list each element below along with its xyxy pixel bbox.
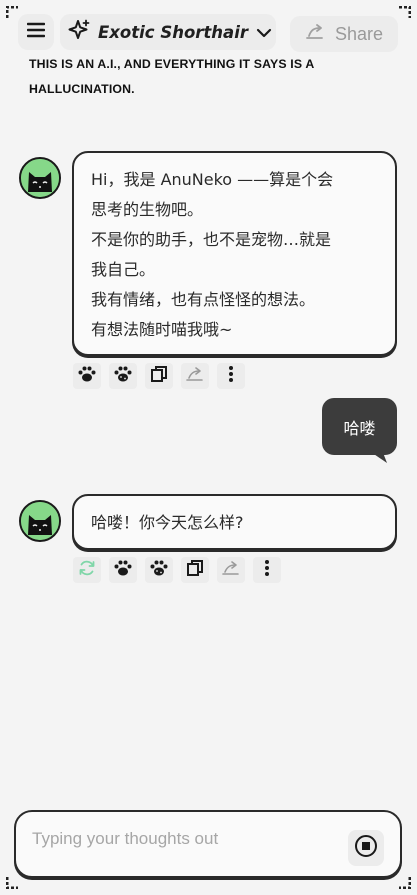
assistant-avatar: [19, 500, 61, 542]
message-line: 我有情绪，也有点怪怪的想法。: [91, 290, 316, 309]
dislike-button[interactable]: [109, 363, 137, 389]
copy-button[interactable]: [181, 557, 209, 583]
menu-button[interactable]: [18, 14, 54, 50]
regenerate-button[interactable]: [73, 557, 101, 583]
more-options-button[interactable]: [217, 363, 245, 389]
chevron-down-icon: [256, 23, 272, 42]
assistant-message-bubble: 哈喽！你今天怎么样?: [72, 494, 397, 550]
corner-bracket-top-right: [397, 6, 411, 20]
share-button[interactable]: Share: [290, 16, 398, 52]
top-bar: Exotic Shorthair Share: [18, 14, 398, 52]
more-vertical-icon: [264, 559, 270, 581]
paw-icon: [113, 559, 133, 581]
share-arrow-icon: [186, 366, 204, 386]
corner-bracket-bottom-right: [397, 875, 411, 889]
message-composer: [14, 810, 402, 878]
like-button[interactable]: [109, 557, 137, 583]
copy-icon: [150, 365, 168, 387]
paw-dotted-icon: [113, 365, 133, 387]
message-input[interactable]: [32, 826, 332, 852]
sparkle-icon: [68, 19, 90, 45]
disclaimer-text: THIS IS AN A.I., AND EVERYTHING IT SAYS …: [29, 52, 389, 102]
stop-button[interactable]: [348, 830, 384, 866]
message-line: 哈喽！你今天怎么样?: [91, 513, 244, 532]
disclaimer-line-2: HALLUCINATION.: [29, 82, 135, 96]
message-actions: [73, 557, 281, 583]
message-line: 我自己。: [91, 260, 156, 279]
model-name: Exotic Shorthair: [98, 22, 248, 42]
share-arrow-icon: [222, 560, 240, 580]
more-vertical-icon: [228, 365, 234, 387]
share-arrow-icon: [305, 23, 325, 46]
assistant-avatar: [19, 157, 61, 199]
user-message-bubble: 哈喽: [322, 398, 397, 455]
user-message-text: 哈喽: [343, 418, 376, 438]
share-label: Share: [334, 23, 384, 44]
message-actions: [73, 363, 245, 389]
share-message-button[interactable]: [217, 557, 245, 583]
disclaimer-line-1: THIS IS AN A.I., AND EVERYTHING IT SAYS …: [29, 57, 315, 71]
more-options-button[interactable]: [253, 557, 281, 583]
user-bubble-tail: [368, 449, 388, 468]
message-line: 不是你的助手，也不是宠物…就是: [91, 230, 332, 249]
hamburger-icon: [26, 22, 46, 42]
message-line: Hi，我是 AnuNeko ——算是个会: [91, 170, 334, 189]
model-selector[interactable]: Exotic Shorthair: [60, 14, 276, 50]
like-button[interactable]: [73, 363, 101, 389]
paw-dotted-icon: [149, 559, 169, 581]
paw-icon: [77, 365, 97, 387]
assistant-message-bubble: Hi，我是 AnuNeko ——算是个会 思考的生物吧。 不是你的助手，也不是宠…: [72, 151, 397, 356]
message-line: 有想法随时喵我哦~: [91, 320, 233, 339]
message-line: 思考的生物吧。: [91, 200, 204, 219]
corner-bracket-bottom-left: [6, 875, 20, 889]
refresh-icon: [78, 559, 96, 581]
share-message-button[interactable]: [181, 363, 209, 389]
copy-icon: [186, 559, 204, 581]
dislike-button[interactable]: [145, 557, 173, 583]
copy-button[interactable]: [145, 363, 173, 389]
stop-icon: [354, 834, 378, 862]
